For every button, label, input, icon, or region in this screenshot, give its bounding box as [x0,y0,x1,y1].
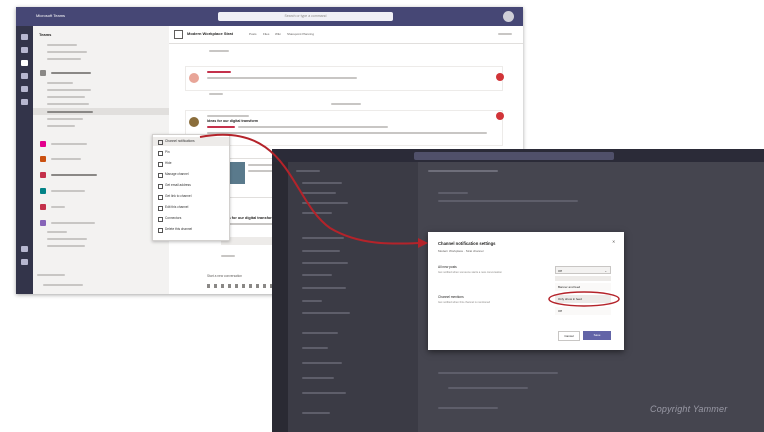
annotation-arrow [199,133,419,245]
highlight-ellipse [548,291,620,307]
arrow-head-icon [418,238,428,248]
watermark: Copyright Yammer [650,404,728,414]
annotation-overlay [199,133,620,307]
